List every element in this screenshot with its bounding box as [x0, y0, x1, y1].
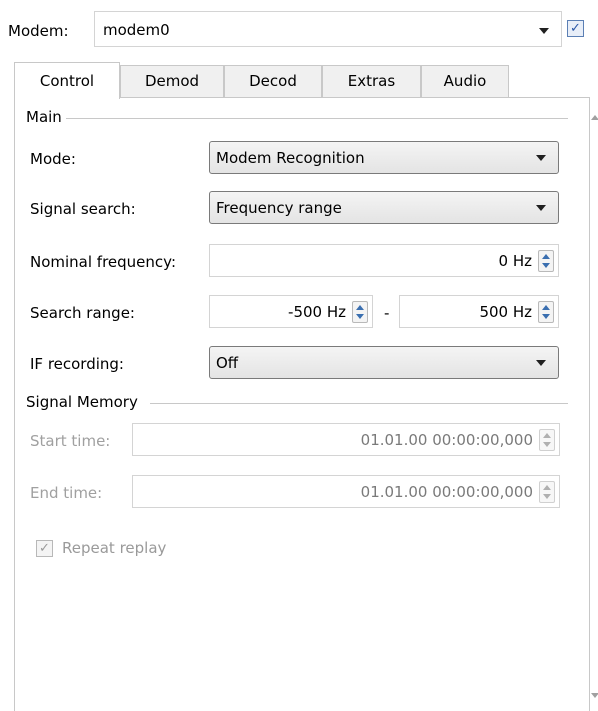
tab-audio[interactable]: Audio	[421, 65, 509, 98]
nominal-frequency-label: Nominal frequency:	[30, 253, 177, 271]
start-time-stepper	[539, 429, 555, 451]
search-range-to-spinbox[interactable]: 500 Hz	[399, 295, 559, 328]
if-recording-label: IF recording:	[30, 355, 124, 373]
start-time-field: 01.01.00 00:00:00,000	[132, 423, 560, 456]
if-recording-select[interactable]: Off	[209, 346, 559, 379]
chevron-down-icon	[536, 205, 546, 211]
arrow-up-icon[interactable]	[542, 305, 550, 310]
tab-decod[interactable]: Decod	[224, 65, 322, 98]
repeat-replay-label: Repeat replay	[62, 539, 167, 557]
modem-label: Modem:	[8, 22, 69, 40]
start-time-value: 01.01.00 00:00:00,000	[360, 431, 533, 449]
search-range-from-spinbox[interactable]: -500 Hz	[209, 295, 373, 328]
mode-label: Mode:	[30, 150, 76, 168]
tab-demod[interactable]: Demod	[120, 65, 224, 98]
check-icon: ✓	[570, 21, 581, 36]
main-group-title: Main	[26, 108, 66, 126]
arrow-down-icon[interactable]	[356, 314, 364, 319]
end-time-field: 01.01.00 00:00:00,000	[132, 475, 560, 508]
mode-select[interactable]: Modem Recognition	[209, 141, 559, 174]
end-time-value: 01.01.00 00:00:00,000	[360, 483, 533, 501]
end-time-label: End time:	[30, 484, 103, 502]
start-time-label: Start time:	[30, 432, 111, 450]
search-range-from-stepper[interactable]	[352, 301, 368, 323]
chevron-down-icon	[539, 28, 549, 34]
if-recording-value: Off	[216, 354, 239, 372]
modem-select-value: modem0	[103, 21, 170, 39]
search-range-from-value: -500 Hz	[288, 303, 346, 321]
signal-search-value: Frequency range	[216, 199, 342, 217]
arrow-down-icon[interactable]	[542, 314, 550, 319]
modem-select[interactable]: modem0	[94, 11, 562, 47]
search-range-to-stepper[interactable]	[538, 301, 554, 323]
search-range-separator: -	[384, 304, 390, 322]
modem-enabled-checkbox[interactable]: ✓	[567, 20, 584, 37]
signal-search-select[interactable]: Frequency range	[209, 191, 559, 224]
scroll-down-arrow-icon[interactable]	[591, 693, 598, 698]
nominal-frequency-value: 0 Hz	[498, 252, 532, 270]
search-range-to-value: 500 Hz	[479, 303, 532, 321]
arrow-up-icon[interactable]	[542, 254, 550, 259]
arrow-down-icon	[543, 494, 551, 499]
arrow-down-icon[interactable]	[542, 263, 550, 268]
arrow-up-icon	[543, 433, 551, 438]
repeat-replay-checkbox: ✓	[36, 540, 53, 557]
arrow-up-icon[interactable]	[356, 305, 364, 310]
modem-panel: Modem: modem0 ✓ Control Demod Decod Extr…	[0, 0, 598, 711]
arrow-down-icon	[543, 442, 551, 447]
nominal-frequency-stepper[interactable]	[538, 250, 554, 272]
chevron-down-icon	[536, 155, 546, 161]
tab-control[interactable]: Control	[14, 62, 120, 99]
check-icon: ✓	[39, 541, 50, 556]
search-range-label: Search range:	[30, 304, 135, 322]
chevron-down-icon	[536, 360, 546, 366]
tab-extras[interactable]: Extras	[322, 65, 421, 98]
arrow-up-icon	[543, 485, 551, 490]
signal-search-label: Signal search:	[30, 200, 136, 218]
scroll-up-arrow-icon[interactable]	[591, 115, 598, 120]
end-time-stepper	[539, 481, 555, 503]
nominal-frequency-spinbox[interactable]: 0 Hz	[209, 244, 559, 277]
mode-select-value: Modem Recognition	[216, 149, 365, 167]
signal-memory-group-title: Signal Memory	[26, 393, 142, 411]
signal-memory-group-divider	[150, 403, 568, 404]
main-group-divider	[60, 118, 568, 119]
